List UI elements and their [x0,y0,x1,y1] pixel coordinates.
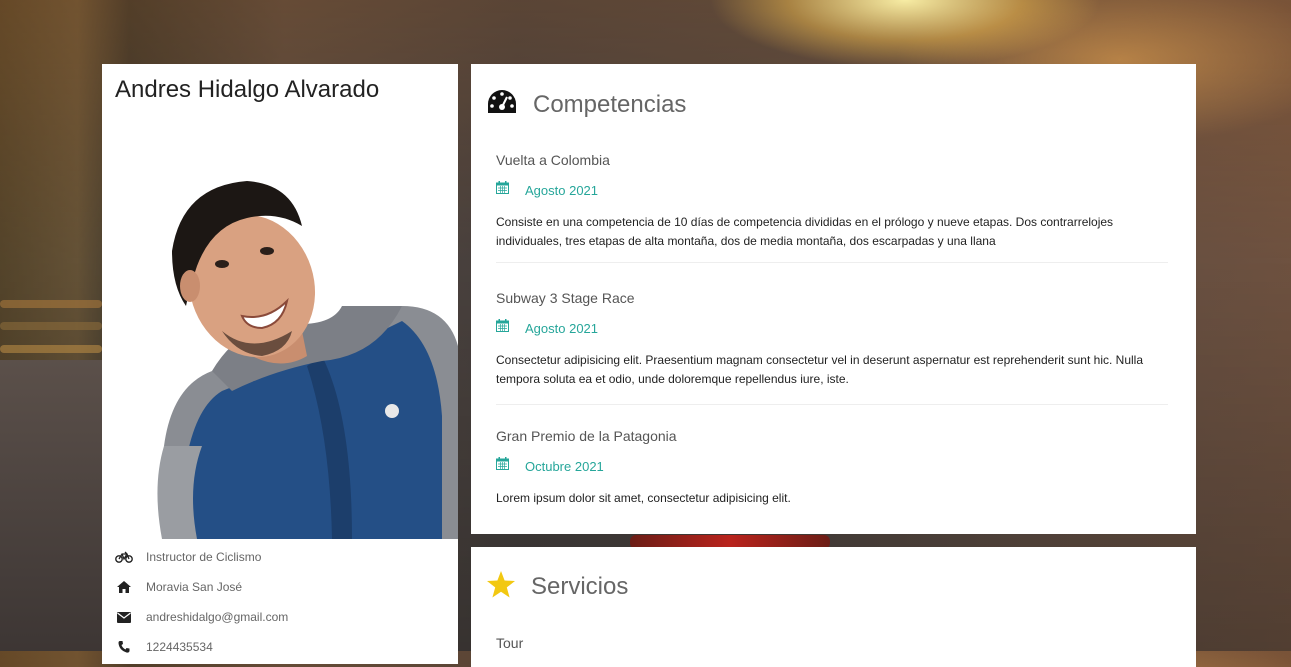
info-location: Moravia San José [102,572,458,602]
competition-date: Agosto 2021 [496,319,1168,337]
competition-date: Agosto 2021 [496,181,1168,199]
calendar-icon [496,181,509,199]
home-icon [115,580,133,594]
servicios-header: Servicios [487,571,628,603]
competition-date-text: Agosto 2021 [525,320,599,336]
competition-description: Consectetur adipisicing elit. Praesentiu… [496,353,1144,386]
info-location-text: Moravia San José [146,580,243,594]
info-occupation-text: Instructor de Ciclismo [146,550,262,564]
service-item-title: Tour [496,635,524,651]
star-icon [487,571,515,603]
calendar-icon [496,457,509,475]
bicycle-icon [115,550,133,564]
info-phone-text: 1224435534 [146,640,213,654]
competition-date-text: Octubre 2021 [525,458,604,474]
competition-date: Octubre 2021 [496,457,1168,475]
envelope-icon [115,610,133,624]
dashboard-icon [487,89,517,120]
background-streak [0,300,102,308]
info-email: andreshidalgo@gmail.com [102,602,458,632]
info-phone: 1224435534 [102,632,458,662]
competition-entry: Subway 3 Stage Race Agosto 2021 Consecte… [496,290,1168,389]
background-road [0,360,102,651]
info-occupation: Instructor de Ciclismo [102,542,458,572]
calendar-icon [496,319,509,337]
competition-description: Consiste en una competencia de 10 días d… [496,215,1114,248]
competition-title: Subway 3 Stage Race [496,290,635,306]
background-streak [0,345,102,353]
divider [496,262,1168,263]
competencias-title: Competencias [533,90,687,118]
info-email-text[interactable]: andreshidalgo@gmail.com [146,610,288,624]
servicios-title: Servicios [531,573,629,600]
competencias-card: Competencias Vuelta a Colombia Agosto 20… [471,64,1196,534]
profile-card: Andres Hidalgo Alvarado Instructor de Ci… [102,64,458,664]
competition-title: Gran Premio de la Patagonia [496,428,677,444]
competition-entry: Gran Premio de la Patagonia Octubre 2021… [496,428,1168,508]
competition-description: Lorem ipsum dolor sit amet, consectetur … [496,491,791,505]
profile-photo [102,156,458,539]
competition-date-text: Agosto 2021 [525,182,599,198]
competencias-header: Competencias [487,89,686,120]
divider [496,404,1168,405]
competition-title: Vuelta a Colombia [496,152,610,168]
phone-icon [115,640,133,654]
competition-entry: Vuelta a Colombia Agosto 2021 Consiste e… [496,152,1168,251]
profile-info-list: Instructor de Ciclismo Moravia San José … [102,542,458,662]
profile-name: Andres Hidalgo Alvarado [115,76,380,103]
servicios-card: Servicios Tour [471,547,1196,667]
background-streak [0,322,102,330]
